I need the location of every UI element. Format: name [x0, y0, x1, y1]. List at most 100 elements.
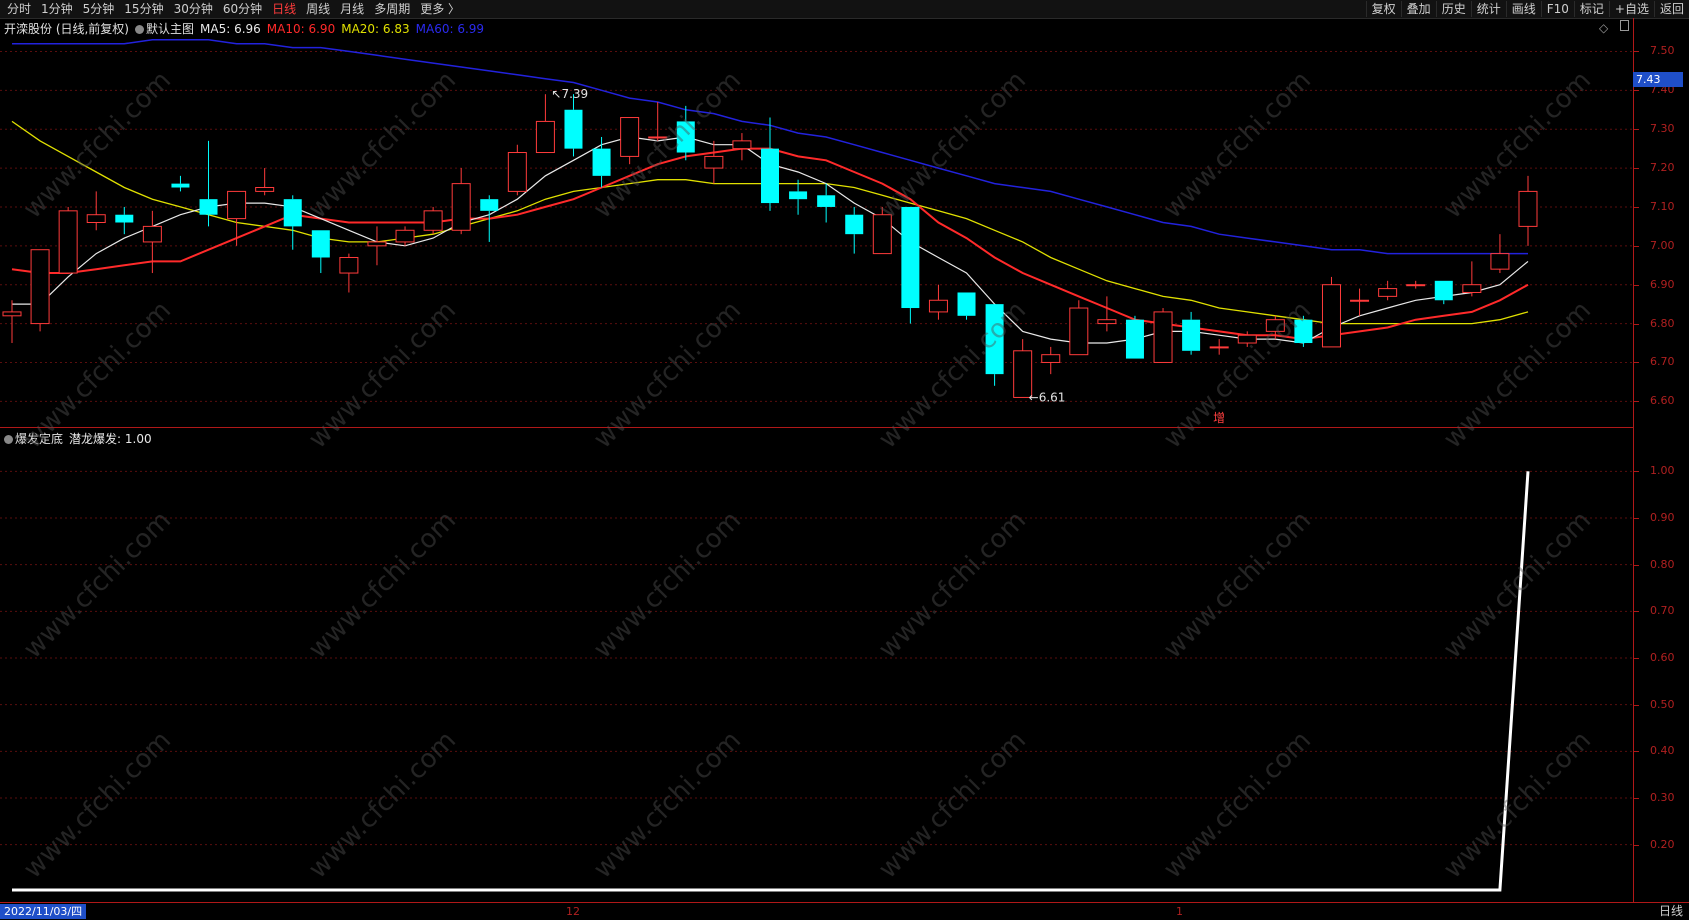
- candle-body: [2, 311, 22, 317]
- price-tick: 6.60: [1634, 395, 1689, 407]
- price-tick: 7.00: [1634, 239, 1689, 252]
- candle-body: [1209, 346, 1229, 349]
- candle-body: [423, 210, 443, 231]
- indicator-selector[interactable]: 爆发定底: [4, 430, 63, 447]
- candle-body: [1069, 307, 1089, 356]
- candle-body: [648, 136, 668, 139]
- period-tabs: 分时 1分钟 5分钟 15分钟 30分钟 60分钟 日线 周线 月线 多周期 更…: [2, 1, 465, 17]
- candle-body: [761, 148, 779, 204]
- signal-tag: 增: [1213, 411, 1225, 425]
- candle-body: [704, 155, 724, 169]
- back-button[interactable]: 返回: [1653, 1, 1689, 17]
- tab-15min[interactable]: 15分钟: [119, 1, 168, 17]
- panel-divider[interactable]: [0, 427, 1633, 428]
- indicator-axis: 1.00 0.90 0.80 0.70 0.60 0.50 0.40 0.30 0.20: [1634, 428, 1689, 902]
- candle-body: [872, 214, 892, 255]
- candle-body: [255, 187, 275, 192]
- candle-body: [480, 199, 499, 211]
- candle-body: [58, 210, 78, 274]
- candle-body: [1378, 288, 1398, 297]
- candle-body: [1041, 354, 1061, 363]
- indicator-tick: 0.40: [1634, 745, 1689, 757]
- price-tick: 7.10: [1634, 200, 1689, 213]
- statistics-button[interactable]: 统计: [1470, 1, 1506, 17]
- tab-monthly[interactable]: 月线: [335, 1, 369, 17]
- indicator-tick: 0.20: [1634, 838, 1689, 851]
- draw-line-button[interactable]: 画线: [1505, 1, 1541, 17]
- x-tick-label: 1: [1176, 905, 1183, 918]
- candle-body: [1462, 284, 1482, 293]
- price-tick: 7.30: [1634, 123, 1689, 135]
- tab-5min[interactable]: 5分钟: [78, 1, 120, 17]
- candle-body: [1321, 284, 1341, 348]
- tab-weekly[interactable]: 周线: [301, 1, 335, 17]
- candle-body: [1265, 319, 1285, 332]
- candle-body: [339, 256, 359, 274]
- settings-icon[interactable]: [4, 435, 13, 444]
- candle-body: [227, 190, 247, 220]
- candle-body: [451, 183, 471, 231]
- price-tick: 7.20: [1634, 162, 1689, 174]
- period-label[interactable]: 日线: [1659, 904, 1683, 919]
- indicator-tick: 0.90: [1634, 512, 1689, 524]
- f10-button[interactable]: F10: [1540, 1, 1574, 17]
- candle-body: [564, 109, 583, 149]
- cursor-date: 2022/11/03/四: [0, 904, 87, 919]
- tab-30min[interactable]: 30分钟: [169, 1, 218, 17]
- candle-body: [1406, 284, 1426, 287]
- candle-body: [367, 241, 387, 247]
- candle-body: [311, 230, 330, 258]
- indicator-tick: 1.00: [1634, 465, 1689, 477]
- candle-body: [1518, 190, 1538, 227]
- high-price-label: ↖7.39: [551, 87, 588, 101]
- candle-body: [845, 214, 864, 235]
- candle-body: [142, 225, 162, 243]
- candle-body: [620, 117, 640, 157]
- indicator-tick: 0.80: [1634, 558, 1689, 571]
- tab-daily[interactable]: 日线: [267, 1, 301, 17]
- candle-body: [1182, 319, 1201, 351]
- candle-body: [901, 206, 920, 309]
- indicator-info: 爆发定底 潜龙爆发: 1.00: [4, 430, 152, 447]
- history-button[interactable]: 历史: [1435, 1, 1471, 17]
- indicator-tick: 0.30: [1634, 792, 1689, 804]
- candle-body: [957, 292, 976, 316]
- top-toolbar: 分时 1分钟 5分钟 15分钟 30分钟 60分钟 日线 周线 月线 多周期 更…: [0, 0, 1689, 19]
- candle-body: [30, 249, 50, 325]
- tab-60min[interactable]: 60分钟: [218, 1, 267, 17]
- mark-button[interactable]: 标记: [1573, 1, 1609, 17]
- indicator-tick: 0.50: [1634, 698, 1689, 711]
- indicator-tick: 0.70: [1634, 605, 1689, 617]
- candle-body: [789, 191, 808, 200]
- candle-body: [171, 183, 190, 188]
- restore-rights-button[interactable]: 复权: [1365, 1, 1401, 17]
- candle-body: [1237, 334, 1257, 344]
- low-price-label: ←6.61: [1029, 390, 1066, 404]
- add-watchlist-button[interactable]: +自选: [1608, 1, 1654, 17]
- candle-body: [395, 229, 415, 243]
- candle-body: [283, 199, 302, 227]
- chart-area[interactable]: ↖7.39 ←6.61 增: [0, 18, 1633, 902]
- current-price-tag: 7.43: [1633, 71, 1683, 87]
- time-axis: 2022/11/03/四 12 1 日线: [0, 902, 1689, 920]
- overlay-button[interactable]: 叠加: [1400, 1, 1436, 17]
- tab-more[interactable]: 更多 〉: [415, 1, 465, 17]
- candle-body: [199, 199, 218, 215]
- candle-body: [1153, 311, 1173, 363]
- indicator-tick: 0.60: [1634, 652, 1689, 664]
- candle-body: [985, 304, 1004, 375]
- candle-body: [1294, 319, 1313, 344]
- candle-body: [817, 195, 836, 207]
- candle-body: [1350, 299, 1370, 302]
- candle-body: [1097, 319, 1117, 325]
- candle-body: [1125, 319, 1144, 359]
- tab-1min[interactable]: 1分钟: [36, 1, 78, 17]
- candle-body: [928, 299, 948, 313]
- candle-body: [507, 152, 527, 192]
- tab-multi-period[interactable]: 多周期: [369, 1, 415, 17]
- x-tick-label: 12: [566, 905, 580, 918]
- indicator-line: [12, 471, 1530, 892]
- indicator-name: 爆发定底: [15, 432, 64, 446]
- price-tick: 7.50: [1634, 45, 1689, 57]
- tab-fenshi[interactable]: 分时: [2, 1, 36, 17]
